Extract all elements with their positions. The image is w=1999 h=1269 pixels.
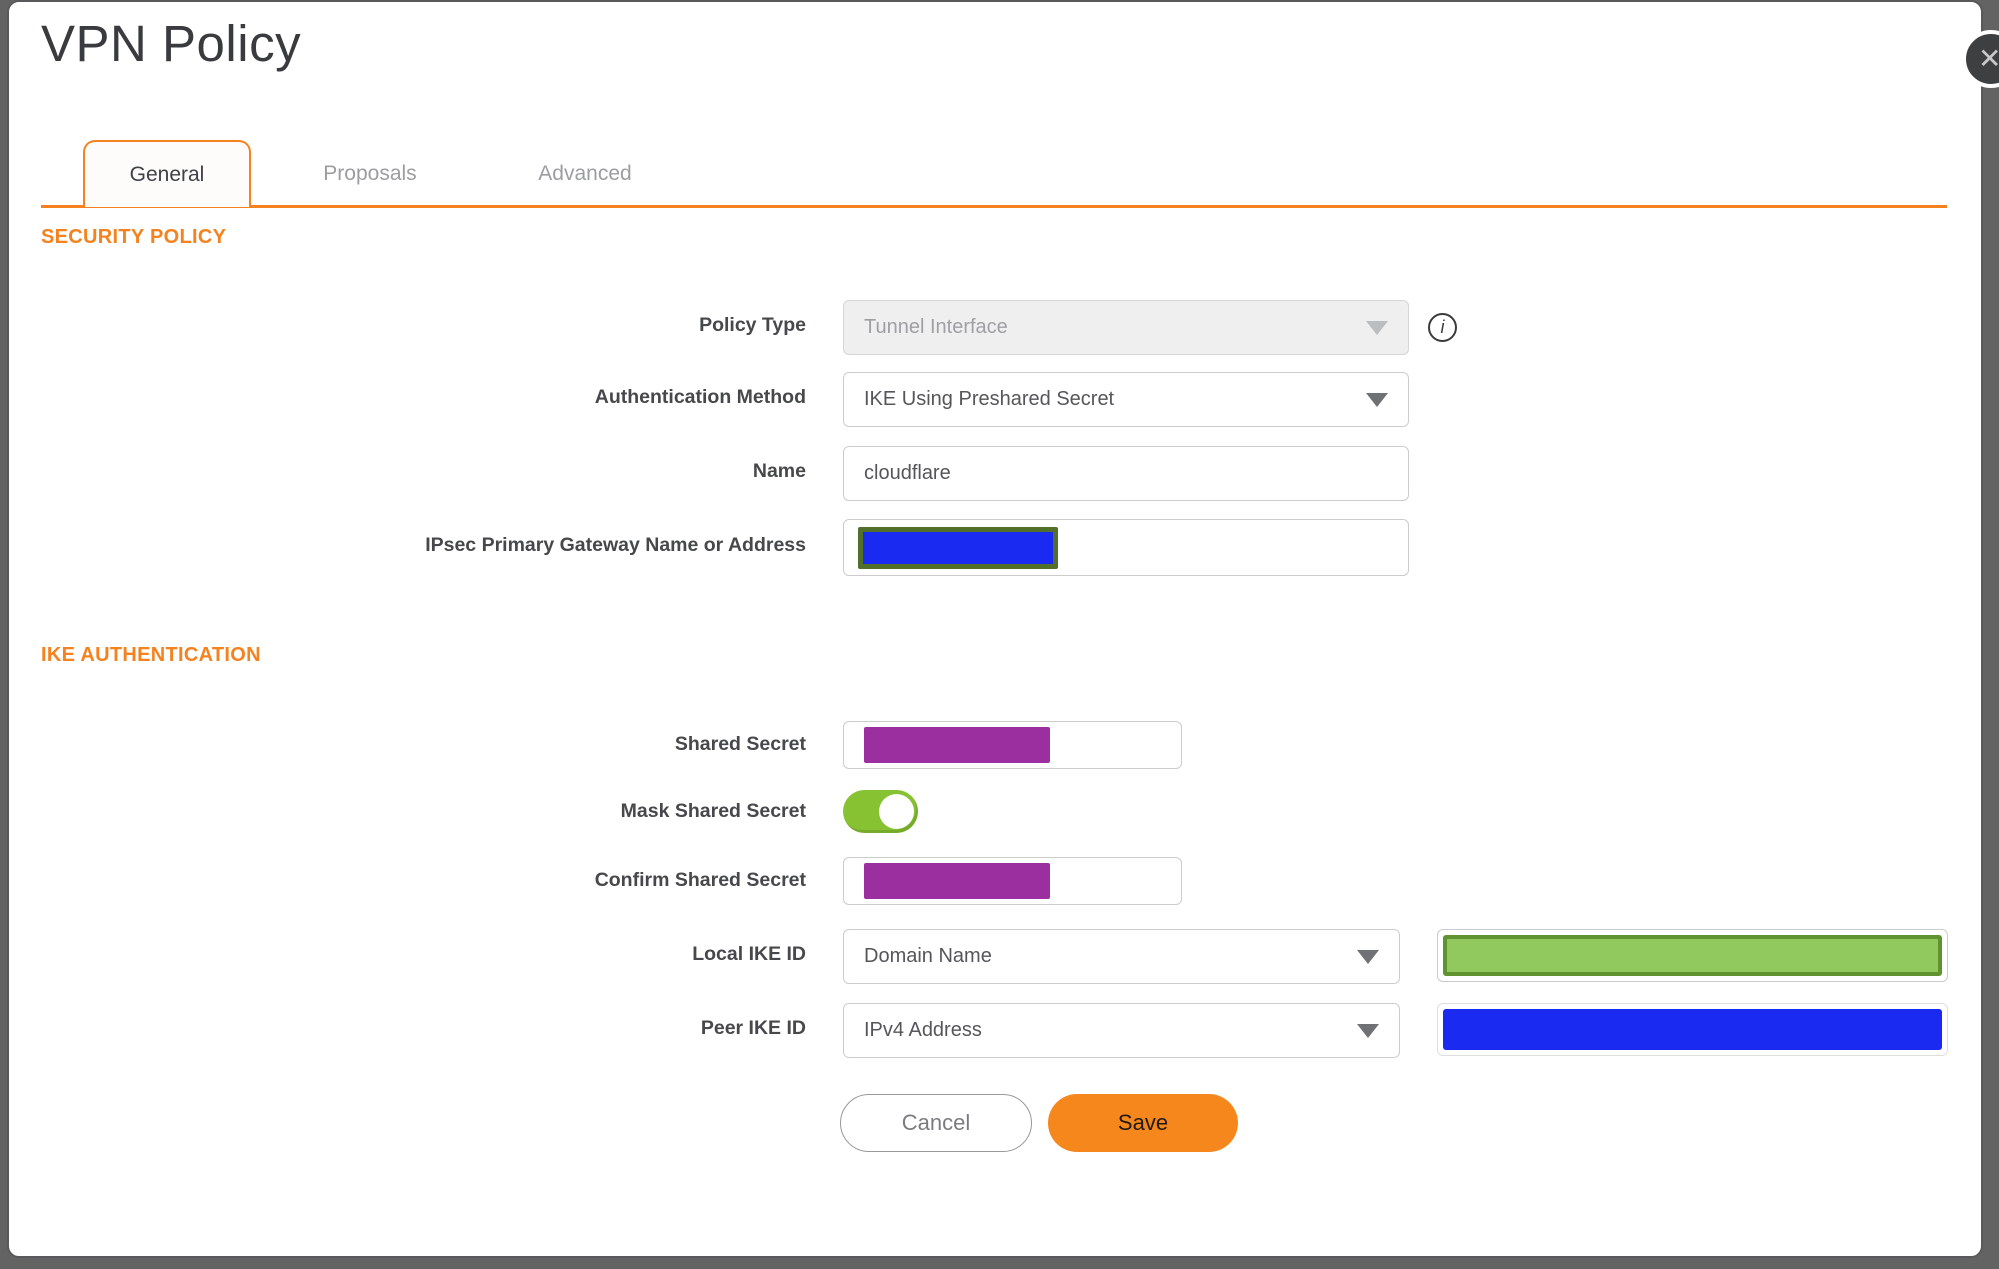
peer-ike-id-select[interactable]: IPv4 Address (843, 1003, 1400, 1058)
local-ike-id-label: Local IKE ID (692, 943, 806, 965)
chevron-down-icon (1357, 949, 1379, 964)
save-label: Save (1117, 1110, 1169, 1135)
confirm-shared-secret-input[interactable] (843, 857, 1182, 905)
tab-proposals-label: Proposals (323, 161, 417, 185)
peer-ike-id-value-input[interactable] (1437, 1003, 1948, 1056)
chevron-down-icon (1366, 320, 1388, 335)
screen-backdrop: ✕ VPN Policy General Proposals Advanced … (0, 0, 1999, 1269)
section-ike-authentication: IKE AUTHENTICATION (41, 644, 261, 666)
info-icon[interactable]: i (1428, 313, 1457, 342)
tab-general[interactable]: General (83, 140, 251, 207)
close-icon: ✕ (1978, 43, 1999, 74)
peer-ike-id-redaction (1443, 1009, 1942, 1050)
gateway-input[interactable] (843, 519, 1409, 576)
authentication-method-select[interactable]: IKE Using Preshared Secret (843, 372, 1409, 427)
local-ike-id-redaction (1443, 935, 1942, 976)
confirm-shared-secret-redaction (864, 863, 1050, 899)
gateway-redaction (858, 526, 1058, 569)
peer-ike-id-label: Peer IKE ID (700, 1017, 806, 1039)
shared-secret-input[interactable] (843, 721, 1182, 769)
toggle-knob (879, 794, 914, 829)
authentication-method-label: Authentication Method (594, 386, 806, 408)
cancel-button[interactable]: Cancel (840, 1094, 1032, 1152)
policy-type-label: Policy Type (699, 314, 806, 336)
peer-ike-id-type: IPv4 Address (864, 1019, 982, 1041)
tab-advanced[interactable]: Advanced (485, 140, 685, 207)
save-button[interactable]: Save (1048, 1094, 1238, 1152)
dialog-title: VPN Policy (41, 15, 302, 72)
local-ike-id-select[interactable]: Domain Name (843, 929, 1400, 984)
mask-shared-secret-toggle[interactable] (843, 790, 918, 833)
chevron-down-icon (1357, 1023, 1379, 1038)
tab-general-label: General (129, 162, 205, 186)
authentication-method-value: IKE Using Preshared Secret (864, 388, 1115, 410)
shared-secret-label: Shared Secret (674, 733, 806, 755)
gateway-label: IPsec Primary Gateway Name or Address (425, 534, 806, 556)
policy-type-select: Tunnel Interface (843, 300, 1409, 355)
policy-type-value: Tunnel Interface (864, 316, 1008, 338)
shared-secret-redaction (864, 727, 1050, 763)
cancel-label: Cancel (901, 1110, 971, 1135)
mask-shared-secret-label: Mask Shared Secret (620, 800, 806, 822)
local-ike-id-type: Domain Name (864, 945, 992, 967)
name-value: cloudflare (864, 462, 951, 484)
name-label: Name (752, 460, 806, 482)
confirm-shared-secret-label: Confirm Shared Secret (594, 869, 806, 891)
tab-advanced-label: Advanced (538, 161, 632, 185)
chevron-down-icon (1366, 392, 1388, 407)
name-input[interactable]: cloudflare (843, 446, 1409, 501)
local-ike-id-value-input[interactable] (1437, 929, 1948, 982)
tab-proposals[interactable]: Proposals (270, 140, 470, 207)
section-security-policy: SECURITY POLICY (41, 226, 227, 248)
